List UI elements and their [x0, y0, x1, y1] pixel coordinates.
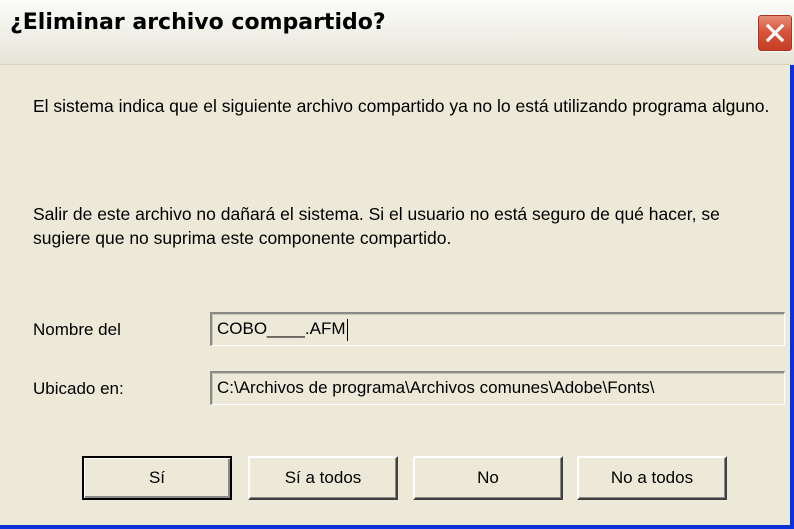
file-name-field[interactable]: COBO____.AFM: [210, 312, 785, 346]
close-icon: [764, 22, 786, 44]
message-paragraph-1: El sistema indica que el siguiente archi…: [33, 96, 770, 116]
location-label: Ubicado en:: [33, 379, 124, 398]
file-name-value: COBO____.AFM: [217, 319, 346, 338]
yes-to-all-button[interactable]: Sí a todos: [248, 456, 398, 500]
location-field[interactable]: C:\Archivos de programa\Archivos comunes…: [210, 371, 785, 405]
yes-button[interactable]: Sí: [82, 456, 232, 500]
title-bar[interactable]: ¿Eliminar archivo compartido?: [0, 0, 794, 65]
text-caret: [346, 318, 348, 341]
file-name-label: Nombre del: [33, 320, 121, 339]
message-paragraph-2: Salir de este archivo no dañará el siste…: [33, 204, 720, 248]
no-button[interactable]: No: [413, 456, 563, 500]
dialog-window: ¿Eliminar archivo compartido? El sistema…: [0, 0, 794, 529]
no-to-all-button[interactable]: No a todos: [577, 456, 727, 500]
location-value: C:\Archivos de programa\Archivos comunes…: [217, 378, 655, 397]
window-title: ¿Eliminar archivo compartido?: [10, 10, 386, 35]
close-button[interactable]: [757, 14, 793, 52]
